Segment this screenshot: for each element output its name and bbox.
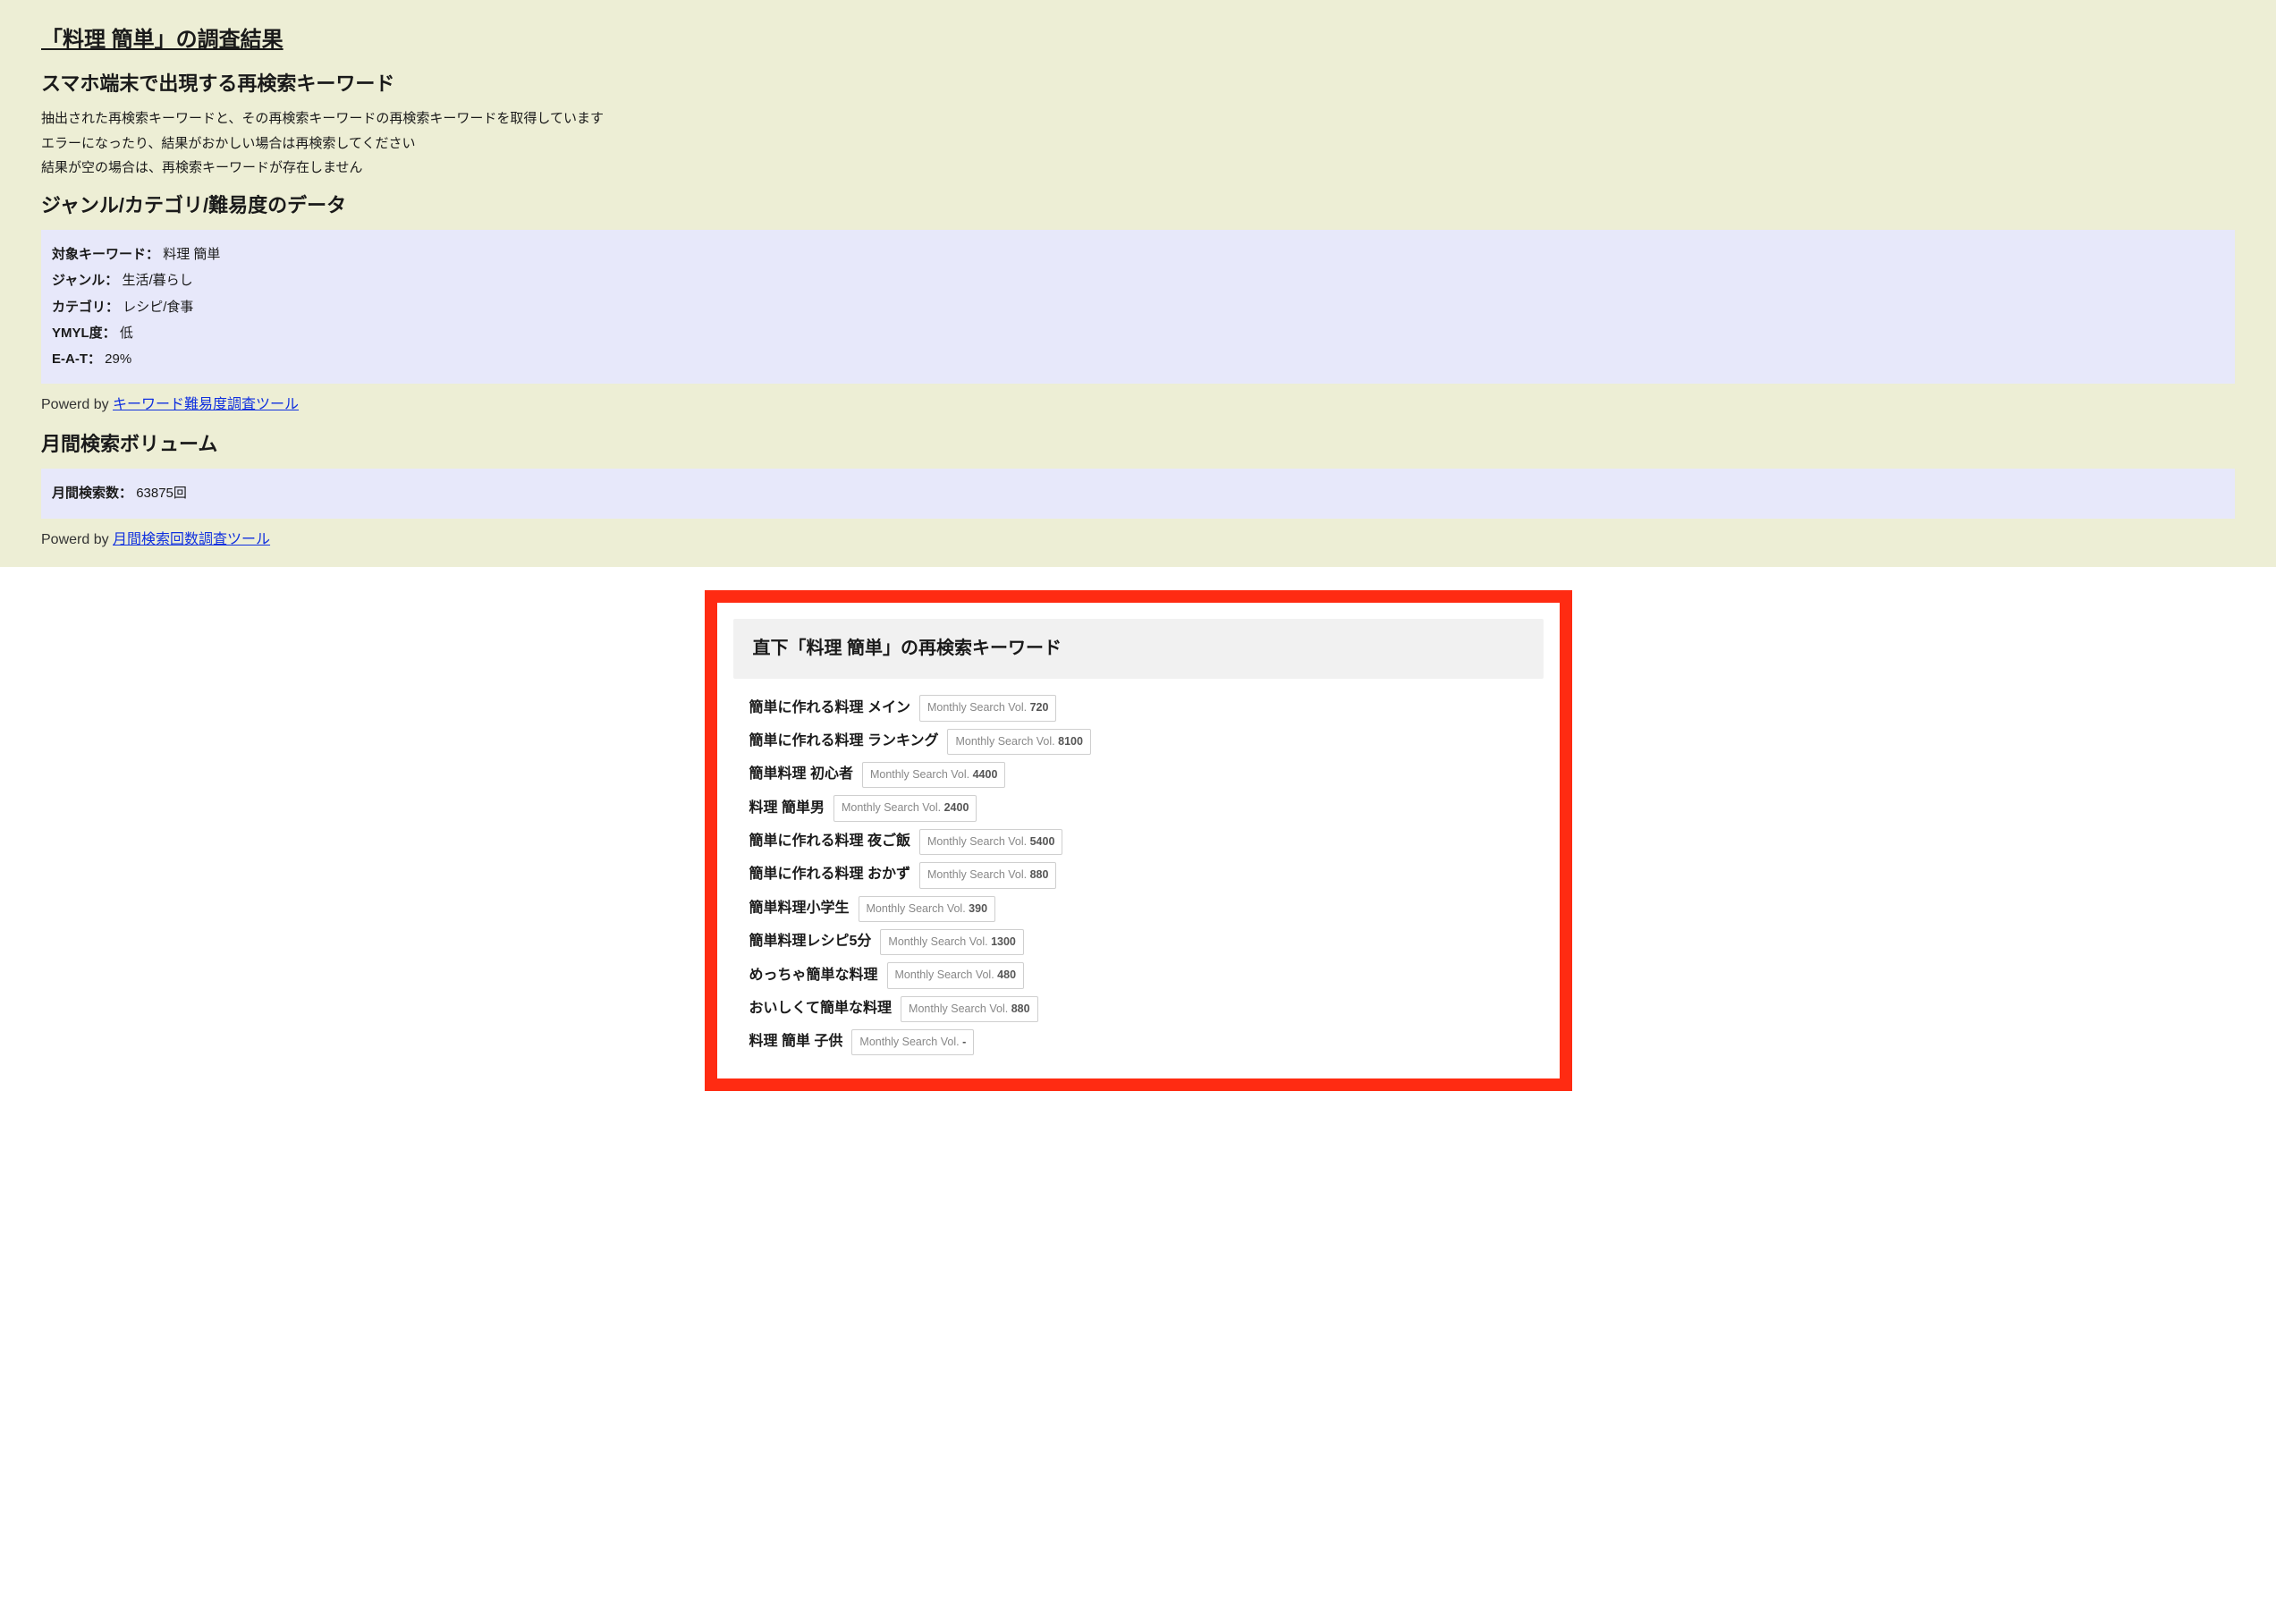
monthly-search-vol-badge: Monthly Search Vol. 8100	[947, 729, 1090, 755]
section-sp-header: スマホ端末で出現する再検索キーワード	[41, 69, 2235, 99]
sp-note: 結果が空の場合は、再検索キーワードが存在しません	[41, 157, 2235, 178]
target-keyword-value: 料理 簡単	[163, 247, 220, 262]
keyword-row: 簡単料理 初心者 Monthly Search Vol. 4400	[733, 758, 1544, 791]
powered-by-volume: Powerd by 月間検索回数調査ツール	[41, 529, 2235, 552]
page-title: 「料理 簡単」の調査結果	[41, 23, 2235, 56]
monthly-search-vol-badge: Monthly Search Vol. 2400	[833, 795, 977, 821]
monthly-search-vol-badge: Monthly Search Vol. 880	[901, 996, 1038, 1022]
keyword-term: 簡単料理 初心者	[749, 764, 853, 786]
ymyl-label: YMYL度：	[52, 326, 116, 341]
keyword-difficulty-tool-link[interactable]: キーワード難易度調査ツール	[113, 397, 299, 412]
eat-label: E-A-T：	[52, 351, 101, 367]
section-volume-header: 月間検索ボリューム	[41, 429, 2235, 460]
section-genre-header: ジャンル/カテゴリ/難易度のデータ	[41, 190, 2235, 221]
keyword-term: 簡単に作れる料理 メイン	[749, 698, 910, 720]
keyword-term: 簡単料理小学生	[749, 898, 850, 920]
summary-block: 「料理 簡単」の調査結果 スマホ端末で出現する再検索キーワード 抽出された再検索…	[0, 0, 2276, 567]
keyword-row: 料理 簡単男 Monthly Search Vol. 2400	[733, 791, 1544, 825]
monthly-search-vol-badge: Monthly Search Vol. 1300	[880, 929, 1023, 955]
keyword-term: 簡単に作れる料理 ランキング	[749, 731, 939, 753]
powered-prefix: Powerd by	[41, 397, 113, 412]
direct-keywords-wrap: 直下「料理 簡単」の再検索キーワード 簡単に作れる料理 メイン Monthly S…	[705, 590, 1572, 1091]
sp-note: エラーになったり、結果がおかしい場合は再検索してください	[41, 133, 2235, 154]
category-value: レシピ/食事	[123, 300, 193, 315]
monthly-volume-value: 63875回	[136, 486, 187, 501]
target-keyword-label: 対象キーワード：	[52, 247, 159, 262]
monthly-volume-tool-link[interactable]: 月間検索回数調査ツール	[113, 532, 270, 547]
keyword-row: 簡単料理小学生 Monthly Search Vol. 390	[733, 892, 1544, 926]
monthly-search-vol-badge: Monthly Search Vol. 5400	[919, 829, 1062, 855]
monthly-search-vol-badge: Monthly Search Vol. 4400	[862, 762, 1005, 788]
row-genre: ジャンル： 生活/暮らし	[52, 270, 2224, 291]
keyword-row: 料理 簡単 子供 Monthly Search Vol. -	[733, 1026, 1544, 1059]
row-ymyl: YMYL度： 低	[52, 323, 2224, 343]
keyword-term: 簡単料理レシピ5分	[749, 931, 872, 953]
keyword-row: 簡単料理レシピ5分 Monthly Search Vol. 1300	[733, 926, 1544, 959]
monthly-search-vol-badge: Monthly Search Vol. 480	[887, 962, 1025, 988]
keyword-term: 料理 簡単 子供	[749, 1031, 843, 1053]
monthly-search-vol-badge: Monthly Search Vol. 880	[919, 862, 1057, 888]
keyword-term: おいしくて簡単な料理	[749, 998, 893, 1020]
powered-prefix: Powerd by	[41, 532, 113, 547]
row-category: カテゴリ： レシピ/食事	[52, 297, 2224, 317]
eat-value: 29%	[105, 351, 131, 367]
direct-keywords-header: 直下「料理 簡単」の再検索キーワード	[733, 619, 1544, 679]
monthly-search-vol-badge: Monthly Search Vol. 720	[919, 695, 1057, 721]
keyword-row: おいしくて簡単な料理 Monthly Search Vol. 880	[733, 993, 1544, 1026]
keyword-term: 簡単に作れる料理 夜ご飯	[749, 831, 910, 853]
row-monthly-volume: 月間検索数： 63875回	[52, 483, 2224, 503]
keyword-term: 料理 簡単男	[749, 798, 825, 820]
genre-label: ジャンル：	[52, 273, 118, 288]
volume-info-card: 月間検索数： 63875回	[41, 469, 2235, 518]
row-eat: E-A-T： 29%	[52, 349, 2224, 369]
sp-note: 抽出された再検索キーワードと、その再検索キーワードの再検索キーワードを取得してい…	[41, 108, 2235, 129]
keyword-row: 簡単に作れる料理 おかず Monthly Search Vol. 880	[733, 859, 1544, 892]
monthly-volume-label: 月間検索数：	[52, 486, 132, 501]
monthly-search-vol-badge: Monthly Search Vol. -	[851, 1029, 974, 1055]
keyword-row: 簡単に作れる料理 夜ご飯 Monthly Search Vol. 5400	[733, 825, 1544, 859]
monthly-search-vol-badge: Monthly Search Vol. 390	[859, 896, 996, 922]
keyword-row: めっちゃ簡単な料理 Monthly Search Vol. 480	[733, 959, 1544, 992]
ymyl-value: 低	[120, 326, 133, 341]
powered-by-genre: Powerd by キーワード難易度調査ツール	[41, 394, 2235, 417]
keyword-row: 簡単に作れる料理 メイン Monthly Search Vol. 720	[733, 691, 1544, 724]
row-target-keyword: 対象キーワード： 料理 簡単	[52, 244, 2224, 265]
keyword-list: 簡単に作れる料理 メインMonthly Search Vol. 720簡単に作れ…	[733, 691, 1544, 1059]
keyword-term: めっちゃ簡単な料理	[749, 965, 878, 987]
genre-value: 生活/暮らし	[122, 273, 192, 288]
category-label: カテゴリ：	[52, 300, 119, 315]
genre-info-card: 対象キーワード： 料理 簡単 ジャンル： 生活/暮らし カテゴリ： レシピ/食事…	[41, 230, 2235, 384]
keyword-term: 簡単に作れる料理 おかず	[749, 864, 910, 886]
keyword-row: 簡単に作れる料理 ランキング Monthly Search Vol. 8100	[733, 725, 1544, 758]
direct-keywords-panel: 直下「料理 簡単」の再検索キーワード 簡単に作れる料理 メイン Monthly S…	[705, 590, 1572, 1091]
